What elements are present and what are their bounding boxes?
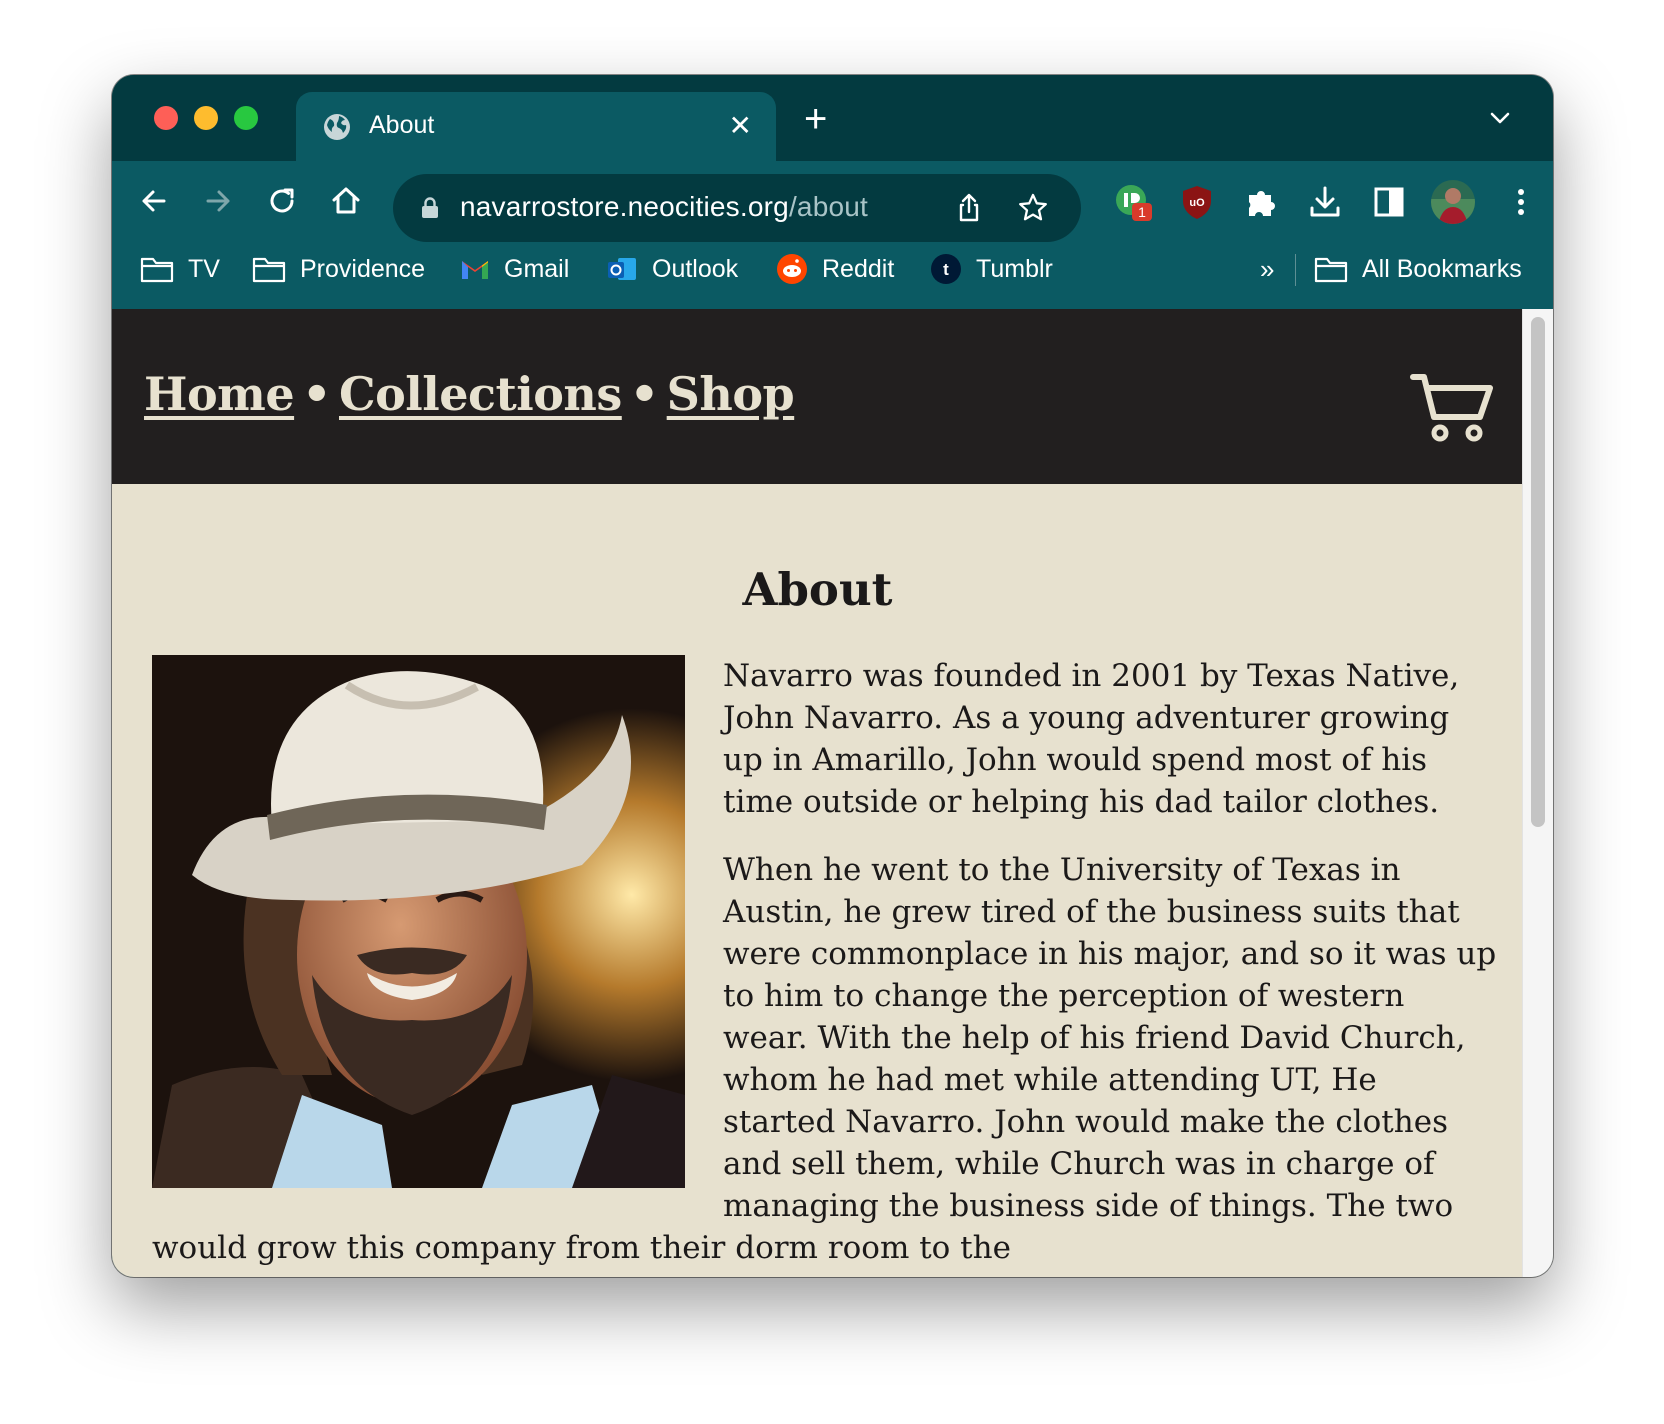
site-header: Home • Collections • Shop (112, 309, 1523, 484)
browser-window: About ✕ + navarrostore.neocities.org/abo… (112, 75, 1553, 1277)
tumblr-icon: t (931, 254, 961, 284)
vertical-scrollbar[interactable] (1522, 309, 1553, 1277)
cart-icon[interactable] (1410, 371, 1494, 443)
nav-shop-link[interactable]: Shop (667, 367, 795, 421)
url-domain: navarrostore.neocities.org (460, 191, 789, 222)
profile-avatar[interactable] (1430, 179, 1476, 225)
bookmark-outlook[interactable]: Outlook (606, 251, 738, 287)
extension-badge: 1 (1138, 204, 1146, 220)
bookmark-star-icon[interactable] (1015, 190, 1051, 226)
nav-separator: • (302, 367, 331, 421)
all-bookmarks-label: All Bookmarks (1362, 254, 1522, 283)
kebab-menu-icon[interactable] (1500, 181, 1542, 223)
close-tab-icon[interactable]: ✕ (729, 108, 752, 144)
bookmarks-bar: TV Providence Gmail Outlook Reddit t Tum… (112, 241, 1553, 297)
portrait-spacer (152, 655, 723, 1201)
nav-separator: • (629, 367, 659, 421)
page-title: About (742, 563, 893, 616)
close-window-button[interactable] (154, 106, 178, 130)
url-path: /about (788, 191, 868, 222)
reddit-icon (777, 254, 807, 284)
folder-icon (252, 257, 286, 283)
tab-title: About (369, 111, 435, 139)
folder-icon (1314, 257, 1348, 283)
nav-collections-link[interactable]: Collections (339, 367, 622, 421)
toolbar: navarrostore.neocities.org/about 1 uO (112, 161, 1553, 242)
tab-about[interactable]: About ✕ (296, 92, 776, 161)
bookmarks-overflow-button[interactable]: » (1260, 251, 1274, 287)
bookmark-label: Tumblr (976, 254, 1053, 283)
maximize-window-button[interactable] (234, 106, 258, 130)
share-icon[interactable] (951, 190, 987, 226)
bookmark-gmail[interactable]: Gmail (460, 251, 569, 287)
svg-text:t: t (943, 260, 949, 279)
lock-icon[interactable] (419, 196, 441, 220)
bookmark-label: TV (188, 254, 220, 283)
bookmarks-divider (1295, 254, 1296, 286)
address-bar[interactable]: navarrostore.neocities.org/about (393, 174, 1081, 242)
bookmark-providence[interactable]: Providence (252, 251, 425, 287)
gmail-icon (462, 261, 488, 279)
bookmark-label: Providence (300, 254, 426, 283)
instapaper-extension-icon[interactable]: 1 (1112, 181, 1154, 223)
bookmark-reddit[interactable]: Reddit (776, 251, 894, 287)
side-panel-icon[interactable] (1368, 181, 1410, 223)
globe-icon (324, 114, 350, 140)
home-icon[interactable] (326, 181, 366, 221)
folder-icon (140, 257, 174, 283)
bookmark-label: Gmail (504, 254, 570, 283)
scrollbar-thumb[interactable] (1531, 317, 1545, 827)
minimize-window-button[interactable] (194, 106, 218, 130)
puzzle-extensions-icon[interactable] (1240, 181, 1282, 223)
forward-icon[interactable] (198, 181, 238, 221)
site-nav: Home • Collections • Shop (144, 367, 795, 421)
about-text: Navarro was founded in 2001 by Texas Nat… (152, 655, 1497, 1277)
bookmark-label: Reddit (822, 254, 895, 283)
url-text[interactable]: navarrostore.neocities.org/about (460, 191, 868, 223)
reload-icon[interactable] (262, 181, 302, 221)
bookmark-label: Outlook (652, 254, 739, 283)
svg-text:uO: uO (1189, 197, 1205, 209)
back-icon[interactable] (134, 181, 174, 221)
chevron-down-icon[interactable] (1487, 105, 1513, 131)
all-bookmarks-button[interactable]: All Bookmarks (1314, 251, 1522, 287)
new-tab-button[interactable]: + (804, 99, 827, 139)
bookmark-tumblr[interactable]: t Tumblr (930, 251, 1053, 287)
page-viewport: Home • Collections • Shop About Navarro … (112, 309, 1553, 1277)
tab-strip: About ✕ + (112, 75, 1553, 161)
ublock-shield-icon[interactable]: uO (1176, 181, 1218, 223)
download-icon[interactable] (1304, 181, 1346, 223)
bookmark-tv[interactable]: TV (140, 251, 220, 287)
nav-home-link[interactable]: Home (144, 367, 295, 421)
outlook-icon (608, 258, 636, 280)
